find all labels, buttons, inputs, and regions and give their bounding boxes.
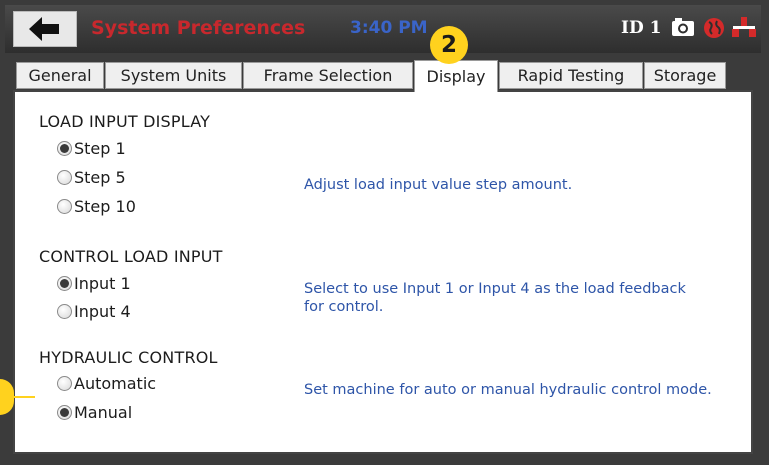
radio-label: Input 4 <box>74 302 131 321</box>
callout-marker-2: 2 <box>430 26 468 64</box>
machine-id: ID 1 <box>621 18 662 38</box>
back-arrow-icon <box>29 17 59 41</box>
radio-manual[interactable]: Manual <box>57 403 132 422</box>
tab-general[interactable]: General <box>16 62 104 89</box>
radio-indicator-checked[interactable] <box>57 405 72 420</box>
radio-label: Automatic <box>74 374 157 393</box>
callout-marker-left <box>0 379 14 415</box>
radio-label: Step 5 <box>74 168 126 187</box>
tab-bar: General System Units Frame Selection Dis… <box>5 60 761 92</box>
radio-label: Step 1 <box>74 139 126 158</box>
radio-input-4[interactable]: Input 4 <box>57 302 131 321</box>
radio-indicator[interactable] <box>57 304 72 319</box>
radio-step-10[interactable]: Step 10 <box>57 197 136 216</box>
radio-step-1[interactable]: Step 1 <box>57 139 126 158</box>
device-frame: System Preferences 3:40 PM ID 1 2 Genera… <box>0 0 769 465</box>
section-title-control-load-input: CONTROL LOAD INPUT <box>39 247 223 266</box>
tab-system-units[interactable]: System Units <box>105 62 242 89</box>
callout-pointer-line <box>14 396 35 398</box>
tab-display[interactable]: Display <box>414 60 498 92</box>
hydraulic-control-description: Set machine for auto or manual hydraulic… <box>304 382 712 398</box>
network-icon[interactable] <box>731 17 757 39</box>
display-settings-panel: LOAD INPUT DISPLAY Step 1 Step 5 Step 10… <box>13 90 753 454</box>
back-button[interactable] <box>13 11 77 47</box>
tab-storage[interactable]: Storage <box>644 62 726 89</box>
tab-frame-selection[interactable]: Frame Selection <box>243 62 413 89</box>
clock-time: 3:40 PM <box>350 18 428 38</box>
radio-indicator[interactable] <box>57 199 72 214</box>
control-load-input-description: Select to use Input 1 or Input 4 as the … <box>304 281 686 315</box>
section-title-hydraulic-control: HYDRAULIC CONTROL <box>39 348 218 367</box>
radio-indicator[interactable] <box>57 170 72 185</box>
section-title-load-input-display: LOAD INPUT DISPLAY <box>39 112 211 131</box>
radio-input-1[interactable]: Input 1 <box>57 274 131 293</box>
radio-step-5[interactable]: Step 5 <box>57 168 126 187</box>
radio-indicator-checked[interactable] <box>57 276 72 291</box>
page-title: System Preferences <box>91 17 306 39</box>
radio-indicator-checked[interactable] <box>57 141 72 156</box>
radio-label: Step 10 <box>74 197 136 216</box>
radio-automatic[interactable]: Automatic <box>57 374 156 393</box>
header-bar: System Preferences 3:40 PM ID 1 <box>5 5 761 53</box>
globe-icon[interactable] <box>703 17 725 39</box>
camera-icon[interactable] <box>671 17 695 37</box>
radio-label: Manual <box>74 403 133 422</box>
load-input-display-description: Adjust load input value step amount. <box>304 177 573 193</box>
radio-indicator[interactable] <box>57 376 72 391</box>
radio-label: Input 1 <box>74 274 131 293</box>
tab-rapid-testing[interactable]: Rapid Testing <box>499 62 643 89</box>
